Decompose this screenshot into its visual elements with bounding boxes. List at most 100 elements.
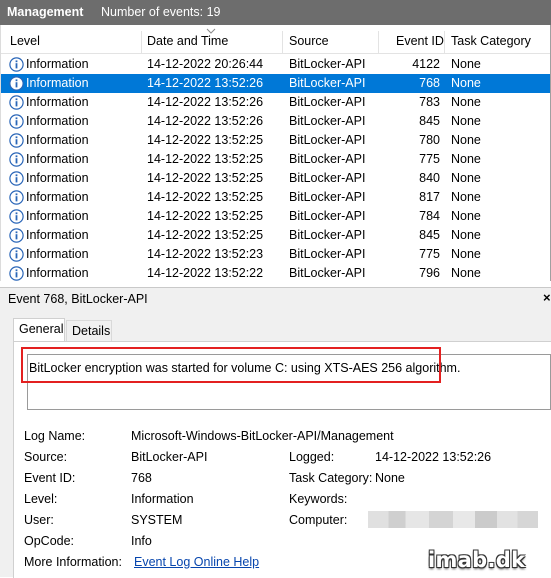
table-row[interactable]: Information 14-12-2022 20:26:44 BitLocker-… [1, 55, 550, 74]
event-level: Information [26, 57, 89, 71]
event-level: Information [26, 95, 89, 109]
tab-general[interactable]: General [13, 318, 65, 342]
event-source: BitLocker-API [289, 114, 366, 128]
source-value: BitLocker-API [131, 450, 208, 464]
log-name-value: Microsoft-Windows-BitLocker-API/Manageme… [131, 429, 394, 443]
watermark-logo: imab.dk [428, 548, 526, 572]
task-category-value: None [375, 471, 405, 485]
table-row[interactable]: Information 14-12-2022 13:52:26 BitLocker-… [1, 93, 550, 112]
event-id: 783 [419, 95, 440, 109]
event-task-category: None [451, 152, 481, 166]
event-id: 775 [419, 152, 440, 166]
event-datetime: 14-12-2022 20:26:44 [147, 57, 264, 71]
log-name-label: Log Name: [24, 429, 86, 443]
event-source: BitLocker-API [289, 57, 366, 71]
event-source: BitLocker-API [289, 152, 366, 166]
event-task-category: None [451, 266, 481, 280]
event-id: 780 [419, 133, 440, 147]
column-header-source[interactable]: Source [289, 34, 329, 48]
keywords-label: Keywords: [289, 492, 348, 506]
event-level: Information [26, 114, 89, 128]
source-label: Source: [24, 450, 68, 464]
event-task-category: None [451, 228, 481, 242]
table-row[interactable]: Information 14-12-2022 13:52:26 BitLocker-… [1, 74, 550, 93]
table-row[interactable]: Information 14-12-2022 13:52:26 BitLocker-… [1, 112, 550, 131]
more-info-label: More Information: [24, 555, 122, 569]
column-header-datetime[interactable]: Date and Time [147, 34, 228, 48]
column-header-row: Level Date and Time Source Event ID Task… [1, 28, 550, 54]
event-datetime: 14-12-2022 13:52:25 [147, 171, 264, 185]
log-titlebar: Management Number of events: 19 [0, 0, 551, 25]
table-row[interactable]: Information 14-12-2022 13:52:25 BitLocker-… [1, 131, 550, 150]
event-task-category: None [451, 57, 481, 71]
column-header-task-category[interactable]: Task Category [451, 34, 531, 48]
tab-details-label: Details [72, 324, 111, 338]
opcode-label: OpCode: [24, 534, 75, 548]
event-id: 817 [419, 190, 440, 204]
column-header-event-id[interactable]: Event ID [396, 34, 444, 48]
event-datetime: 14-12-2022 13:52:23 [147, 247, 264, 261]
table-row[interactable]: Information 14-12-2022 13:52:25 BitLocker-… [1, 188, 550, 207]
event-source: BitLocker-API [289, 133, 366, 147]
event-datetime: 14-12-2022 13:52:25 [147, 152, 264, 166]
information-icon [9, 266, 24, 281]
information-icon [9, 133, 24, 148]
event-id-label: Event ID: [24, 471, 76, 485]
tab-details[interactable]: Details [66, 320, 112, 343]
event-task-category: None [451, 247, 481, 261]
event-id: 845 [419, 114, 440, 128]
event-task-category: None [451, 171, 481, 185]
event-id: 784 [419, 209, 440, 223]
computer-label: Computer: [289, 513, 348, 527]
event-datetime: 14-12-2022 13:52:25 [147, 190, 264, 204]
event-source: BitLocker-API [289, 76, 366, 90]
close-icon[interactable]: × [543, 290, 551, 305]
event-source: BitLocker-API [289, 228, 366, 242]
event-level: Information [26, 209, 89, 223]
table-row[interactable]: Information 14-12-2022 13:52:25 BitLocker-… [1, 226, 550, 245]
highlight-box [21, 347, 441, 383]
column-divider[interactable] [141, 31, 142, 53]
event-level: Information [26, 76, 89, 90]
event-task-category: None [451, 209, 481, 223]
event-datetime: 14-12-2022 13:52:26 [147, 114, 264, 128]
column-divider[interactable] [378, 31, 379, 53]
level-value: Information [131, 492, 194, 506]
table-row[interactable]: Information 14-12-2022 13:52:23 BitLocker-… [1, 245, 550, 264]
event-id-value: 768 [131, 471, 152, 485]
table-row[interactable]: Information 14-12-2022 13:52:25 BitLocker-… [1, 169, 550, 188]
event-datetime: 14-12-2022 13:52:25 [147, 209, 264, 223]
column-divider[interactable] [282, 31, 283, 53]
column-header-level[interactable]: Level [10, 34, 40, 48]
table-row[interactable]: Information 14-12-2022 13:52:22 BitLocker-… [1, 264, 550, 281]
opcode-value: Info [131, 534, 152, 548]
user-value: SYSTEM [131, 513, 183, 527]
table-row[interactable]: Information 14-12-2022 13:52:25 BitLocker-… [1, 150, 550, 169]
information-icon [9, 95, 24, 110]
event-task-category: None [451, 133, 481, 147]
information-icon [9, 171, 24, 186]
level-label: Level: [24, 492, 58, 506]
event-source: BitLocker-API [289, 247, 366, 261]
event-id: 4122 [412, 57, 440, 71]
information-icon [9, 209, 24, 224]
user-label: User: [24, 513, 54, 527]
column-divider[interactable] [444, 31, 445, 53]
event-level: Information [26, 152, 89, 166]
information-icon [9, 228, 24, 243]
event-detail-header: Event 768, BitLocker-API × [0, 287, 551, 310]
event-log-online-help-link[interactable]: Event Log Online Help [134, 555, 259, 569]
event-source: BitLocker-API [289, 171, 366, 185]
event-datetime: 14-12-2022 13:52:25 [147, 228, 264, 242]
event-level: Information [26, 247, 89, 261]
event-datetime: 14-12-2022 13:52:25 [147, 133, 264, 147]
logged-label: Logged: [289, 450, 335, 464]
information-icon [9, 76, 24, 91]
table-row[interactable]: Information 14-12-2022 13:52:25 BitLocker-… [1, 207, 550, 226]
event-task-category: None [451, 76, 481, 90]
event-level: Information [26, 133, 89, 147]
event-task-category: None [451, 95, 481, 109]
event-datetime: 14-12-2022 13:52:26 [147, 76, 264, 90]
information-icon [9, 190, 24, 205]
event-list[interactable]: Level Date and Time Source Event ID Task… [0, 25, 551, 281]
